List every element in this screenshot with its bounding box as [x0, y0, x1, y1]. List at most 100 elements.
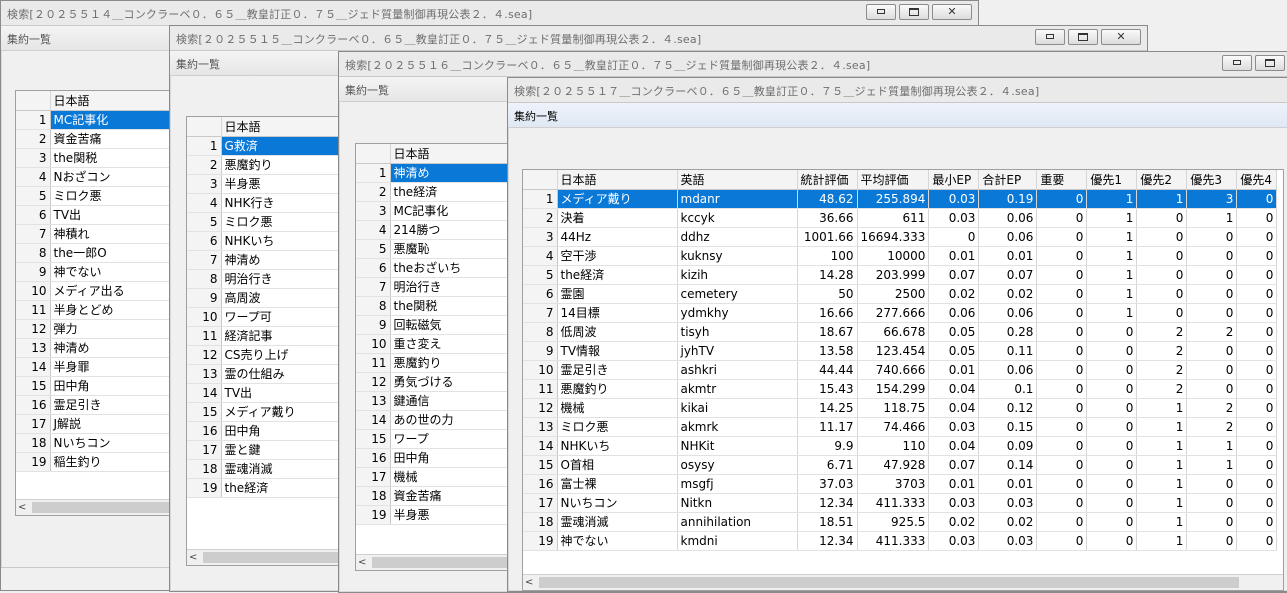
- table-row[interactable]: 3 44Hz ddhz 1001.66 16694.333 0 0.06 0 1 0 0 0: [523, 227, 1278, 247]
- priority-2-cell[interactable]: 1: [1136, 455, 1188, 475]
- priority-3-cell[interactable]: 0: [1186, 227, 1238, 247]
- priority-3-cell[interactable]: 2: [1186, 417, 1238, 437]
- min-ep-cell[interactable]: 0.03: [928, 417, 980, 437]
- japanese-cell[interactable]: Nいちコン: [50, 433, 171, 453]
- stat-eval-cell[interactable]: 13.58: [797, 341, 858, 361]
- japanese-cell[interactable]: TV出: [221, 383, 342, 403]
- stat-eval-cell[interactable]: 12.34: [797, 531, 858, 551]
- scrollbar-thumb[interactable]: [539, 577, 1239, 588]
- priority-1-cell[interactable]: 1: [1086, 246, 1138, 266]
- priority-4-cell[interactable]: 0: [1236, 436, 1278, 456]
- table-row[interactable]: 16 富士裸 msgfj 37.03 3703 0.01 0.01 0 0 1 0 0: [523, 474, 1278, 494]
- japanese-cell[interactable]: TV情報: [557, 341, 678, 361]
- priority-4-cell[interactable]: 0: [1236, 493, 1278, 513]
- japanese-cell[interactable]: 神でない: [557, 531, 678, 551]
- japanese-cell[interactable]: the関税: [50, 148, 171, 168]
- table-row[interactable]: 14 TV出: [187, 383, 342, 403]
- japanese-cell[interactable]: 鍵通信: [390, 391, 511, 411]
- japanese-cell[interactable]: あの世の力: [390, 410, 511, 430]
- column-header-japanese[interactable]: 日本語: [221, 117, 342, 137]
- table-row[interactable]: 1 MC記事化: [16, 110, 171, 130]
- importance-cell[interactable]: 0: [1036, 322, 1088, 342]
- priority-1-cell[interactable]: 0: [1086, 455, 1138, 475]
- table-row[interactable]: 6 NHKいち: [187, 231, 342, 251]
- priority-1-cell[interactable]: 0: [1086, 341, 1138, 361]
- table-row[interactable]: 9 回転磁気: [356, 315, 511, 335]
- importance-cell[interactable]: 0: [1036, 284, 1088, 304]
- table-row[interactable]: 9 TV情報 jyhTV 13.58 123.454 0.05 0.11 0 0 2 0 0: [523, 341, 1278, 361]
- avg-eval-cell[interactable]: 118.75: [857, 398, 930, 418]
- table-row[interactable]: 9 高周波: [187, 288, 342, 308]
- total-ep-cell[interactable]: 0.15: [978, 417, 1038, 437]
- table-row[interactable]: 12 CS売り上げ: [187, 345, 342, 365]
- japanese-cell[interactable]: 富士裸: [557, 474, 678, 494]
- priority-2-cell[interactable]: 0: [1136, 227, 1188, 247]
- importance-cell[interactable]: 0: [1036, 493, 1088, 513]
- japanese-cell[interactable]: 神清め: [50, 338, 171, 358]
- table-row[interactable]: 12 弾力: [16, 319, 171, 339]
- priority-1-cell[interactable]: 0: [1086, 436, 1138, 456]
- column-header-english[interactable]: 英語: [677, 170, 798, 190]
- table-row[interactable]: 10 メディア出る: [16, 281, 171, 301]
- min-ep-cell[interactable]: 0.07: [928, 265, 980, 285]
- table-row[interactable]: 6 霊園 cemetery 50 2500 0.02 0.02 0 1 0 0 0: [523, 284, 1278, 304]
- priority-1-cell[interactable]: 0: [1086, 360, 1138, 380]
- priority-4-cell[interactable]: 0: [1236, 265, 1278, 285]
- japanese-cell[interactable]: TV出: [50, 205, 171, 225]
- avg-eval-cell[interactable]: 740.666: [857, 360, 930, 380]
- priority-3-cell[interactable]: 1: [1186, 208, 1238, 228]
- priority-3-cell[interactable]: 0: [1186, 303, 1238, 323]
- priority-2-cell[interactable]: 2: [1136, 360, 1188, 380]
- stat-eval-cell[interactable]: 36.66: [797, 208, 858, 228]
- table-row[interactable]: 7 神清め: [187, 250, 342, 270]
- total-ep-cell[interactable]: 0.06: [978, 303, 1038, 323]
- total-ep-cell[interactable]: 0.1: [978, 379, 1038, 399]
- priority-2-cell[interactable]: 0: [1136, 246, 1188, 266]
- table-row[interactable]: 16 霊足引き: [16, 395, 171, 415]
- priority-2-cell[interactable]: 2: [1136, 322, 1188, 342]
- japanese-cell[interactable]: 霊の仕組み: [221, 364, 342, 384]
- table-row[interactable]: 18 霊魂消滅: [187, 459, 342, 479]
- table-row[interactable]: 17 J解説: [16, 414, 171, 434]
- table-row[interactable]: 16 田中角: [187, 421, 342, 441]
- english-cell[interactable]: kccyk: [677, 208, 798, 228]
- min-ep-cell[interactable]: 0.02: [928, 284, 980, 304]
- summary-grid[interactable]: 日本語 英語 統計評価 平均評価 最小EP 合計EP 重要 優先1 優先2 優先3 優先4 1 メディア…: [522, 169, 1284, 591]
- table-row[interactable]: 3 MC記事化: [356, 201, 511, 221]
- priority-2-cell[interactable]: 0: [1136, 303, 1188, 323]
- column-header-min-ep[interactable]: 最小EP: [928, 170, 980, 190]
- priority-3-cell[interactable]: 3: [1186, 189, 1238, 209]
- table-row[interactable]: 5 the経済 kizih 14.28 203.999 0.07 0.07 0 1 0 0 0: [523, 265, 1278, 285]
- priority-4-cell[interactable]: 0: [1236, 322, 1278, 342]
- stat-eval-cell[interactable]: 12.34: [797, 493, 858, 513]
- priority-4-cell[interactable]: 0: [1236, 531, 1278, 551]
- japanese-cell[interactable]: G救済: [221, 136, 342, 156]
- table-row[interactable]: 15 O首相 osysy 6.71 47.928 0.07 0.14 0 0 1 1 0: [523, 455, 1278, 475]
- japanese-cell[interactable]: 神清め: [221, 250, 342, 270]
- avg-eval-cell[interactable]: 16694.333: [857, 227, 930, 247]
- japanese-cell[interactable]: 半身悪: [221, 174, 342, 194]
- importance-cell[interactable]: 0: [1036, 512, 1088, 532]
- priority-2-cell[interactable]: 2: [1136, 379, 1188, 399]
- japanese-cell[interactable]: 霊足引き: [557, 360, 678, 380]
- table-row[interactable]: 7 14目標 ydmkhy 16.66 277.666 0.06 0.06 0 1 0 0 0: [523, 303, 1278, 323]
- table-row[interactable]: 12 機械 kikai 14.25 118.75 0.04 0.12 0 0 1 2 0: [523, 398, 1278, 418]
- table-row[interactable]: 10 重さ変え: [356, 334, 511, 354]
- priority-4-cell[interactable]: 0: [1236, 227, 1278, 247]
- table-row[interactable]: 4 214勝つ: [356, 220, 511, 240]
- japanese-cell[interactable]: 機械: [390, 467, 511, 487]
- total-ep-cell[interactable]: 0.06: [978, 208, 1038, 228]
- priority-1-cell[interactable]: 1: [1086, 227, 1138, 247]
- japanese-cell[interactable]: Nいちコン: [557, 493, 678, 513]
- total-ep-cell[interactable]: 0.09: [978, 436, 1038, 456]
- scroll-left-arrow-icon[interactable]: <: [525, 575, 533, 590]
- column-header-priority-2[interactable]: 優先2: [1136, 170, 1188, 190]
- priority-1-cell[interactable]: 0: [1086, 417, 1138, 437]
- min-ep-cell[interactable]: 0.06: [928, 303, 980, 323]
- japanese-cell[interactable]: 半身悪: [390, 505, 511, 525]
- priority-4-cell[interactable]: 0: [1236, 398, 1278, 418]
- priority-2-cell[interactable]: 0: [1136, 208, 1188, 228]
- priority-3-cell[interactable]: 0: [1186, 265, 1238, 285]
- table-row[interactable]: 1 G救済: [187, 136, 342, 156]
- priority-1-cell[interactable]: 0: [1086, 512, 1138, 532]
